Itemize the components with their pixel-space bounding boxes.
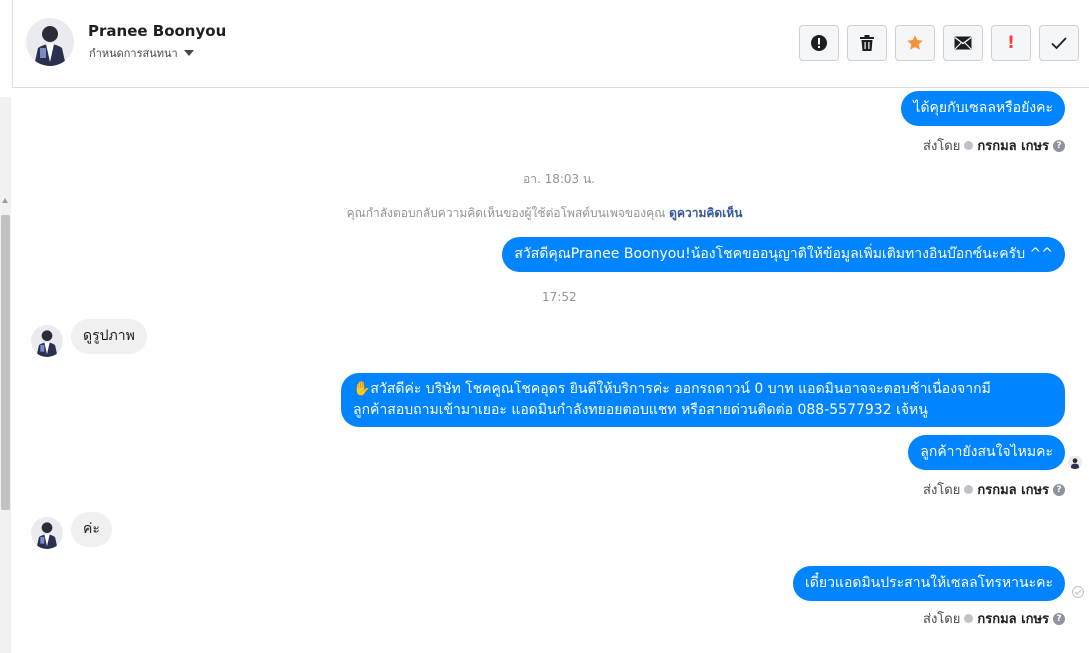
assign-label: กำหนดการสนทนา — [89, 47, 178, 60]
follow-up-button[interactable]: ! — [991, 25, 1031, 61]
scroll-thumb[interactable] — [1, 215, 10, 510]
message-line: ✋สวัสดีค่ะ บริษัท โชคคูณโชคอุดร ยินดีให้… — [353, 381, 991, 397]
page-badge-icon — [964, 614, 974, 623]
contact-avatar-small[interactable] — [31, 325, 63, 357]
delivered-check-icon — [1072, 586, 1084, 598]
outgoing-message[interactable]: สวัสดีคุณPranee Boonyou!น้องโชคขออนุญาติ… — [502, 237, 1065, 272]
help-icon[interactable]: ? — [1053, 612, 1065, 625]
sent-by-info: ส่งโดย กรกมล เกษร ? — [923, 608, 1065, 629]
page-badge-icon — [964, 141, 974, 150]
message-line: ลูกค้าสอบถามเข้ามาเยอะ แอดมินกำลังทยอยตอ… — [353, 402, 928, 418]
delete-button[interactable] — [847, 25, 887, 61]
sent-by-name[interactable]: กรกมล เกษร — [977, 608, 1049, 629]
sent-by-name[interactable]: กรกมล เกษร — [977, 135, 1049, 156]
assign-conversation-dropdown[interactable]: กำหนดการสนทนา — [89, 44, 194, 62]
outgoing-message[interactable]: ✋สวัสดีค่ะ บริษัท โชคคูณโชคอุดร ยินดีให้… — [341, 373, 1065, 427]
conversation-header: Pranee Boonyou กำหนดการสนทนา ! — [12, 0, 1089, 88]
envelope-icon — [954, 36, 972, 50]
notice-text: คุณกำลังตอบกลับความคิดเห็นของผู้ใช้ต่อโพ… — [346, 206, 666, 220]
view-comment-link[interactable]: ดูความคิดเห็น — [669, 206, 742, 220]
scroll-up-arrow[interactable] — [2, 198, 8, 203]
reply-context-notice: คุณกำลังตอบกลับความคิดเห็นของผู้ใช้ต่อโพ… — [0, 204, 1089, 223]
help-icon[interactable]: ? — [1053, 483, 1065, 496]
timestamp: อา. 18:03 น. — [523, 172, 595, 186]
spam-alert-icon — [810, 34, 828, 52]
caret-down-icon — [183, 50, 194, 56]
trash-icon — [859, 34, 875, 52]
contact-avatar[interactable] — [26, 18, 74, 66]
star-icon — [906, 34, 924, 52]
outgoing-message[interactable]: ได้คุยกับเซลลหรือยังคะ — [901, 91, 1065, 126]
star-button[interactable] — [895, 25, 935, 61]
mark-unread-button[interactable] — [943, 25, 983, 61]
chat-scrollbar[interactable] — [0, 97, 11, 653]
conversation-toolbar: ! — [799, 25, 1079, 61]
check-icon — [1050, 36, 1068, 50]
sent-by-label: ส่งโดย — [923, 612, 961, 627]
sent-by-info: ส่งโดย กรกมล เกษร ? — [923, 135, 1065, 156]
sent-by-info: ส่งโดย กรกมล เกษร ? — [923, 479, 1065, 500]
follow-up-icon: ! — [1007, 33, 1015, 53]
sent-by-label: ส่งโดย — [923, 139, 961, 154]
timestamp: 17:52 — [542, 290, 577, 304]
incoming-message[interactable]: ดูรูปภาพ — [71, 319, 147, 354]
contact-avatar-small[interactable] — [31, 517, 63, 549]
sent-by-label: ส่งโดย — [923, 483, 961, 498]
contact-name[interactable]: Pranee Boonyou — [88, 22, 226, 40]
sent-by-name[interactable]: กรกมล เกษร — [977, 479, 1049, 500]
help-icon[interactable]: ? — [1053, 139, 1065, 152]
mark-spam-button[interactable] — [799, 25, 839, 61]
outgoing-message[interactable]: ลูกค้าายังสนใจไหมคะ — [908, 435, 1065, 470]
outgoing-message[interactable]: เดี๋ยวแอดมินประสานให้เซลลโทรหานะคะ — [792, 566, 1065, 601]
page-badge-icon — [964, 485, 974, 494]
seen-indicator-avatar — [1068, 455, 1082, 469]
incoming-message[interactable]: ค่ะ — [71, 512, 112, 547]
mark-done-button[interactable] — [1039, 25, 1079, 61]
